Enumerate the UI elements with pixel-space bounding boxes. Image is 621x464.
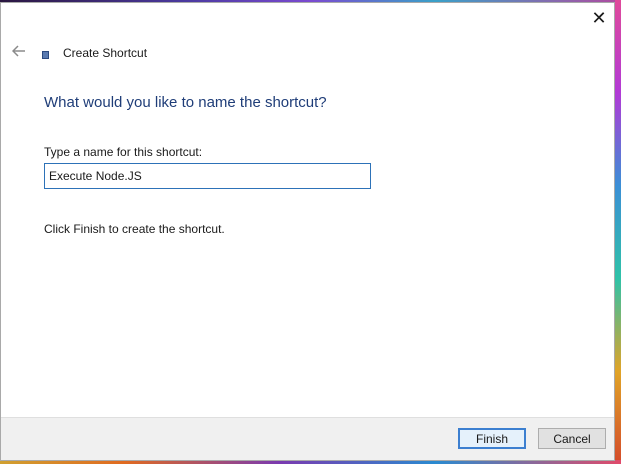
shortcut-name-input[interactable] bbox=[44, 163, 371, 189]
finish-instruction-text: Click Finish to create the shortcut. bbox=[44, 222, 225, 236]
shortcut-name-label: Type a name for this shortcut: bbox=[44, 145, 203, 159]
back-arrow-icon[interactable] bbox=[10, 42, 28, 60]
finish-button[interactable]: Finish bbox=[458, 428, 526, 449]
cancel-button[interactable]: Cancel bbox=[538, 428, 606, 449]
create-shortcut-dialog: ✕ Create Shortcut What would you like to… bbox=[0, 2, 615, 461]
page-heading: What would you like to name the shortcut… bbox=[44, 94, 327, 111]
close-icon[interactable]: ✕ bbox=[588, 7, 610, 29]
back-arrow-svg bbox=[12, 45, 25, 57]
dialog-footer: Finish Cancel bbox=[1, 417, 614, 460]
desktop-wallpaper-right bbox=[615, 0, 621, 464]
shortcut-icon bbox=[42, 51, 49, 59]
dialog-title: Create Shortcut bbox=[63, 46, 148, 60]
